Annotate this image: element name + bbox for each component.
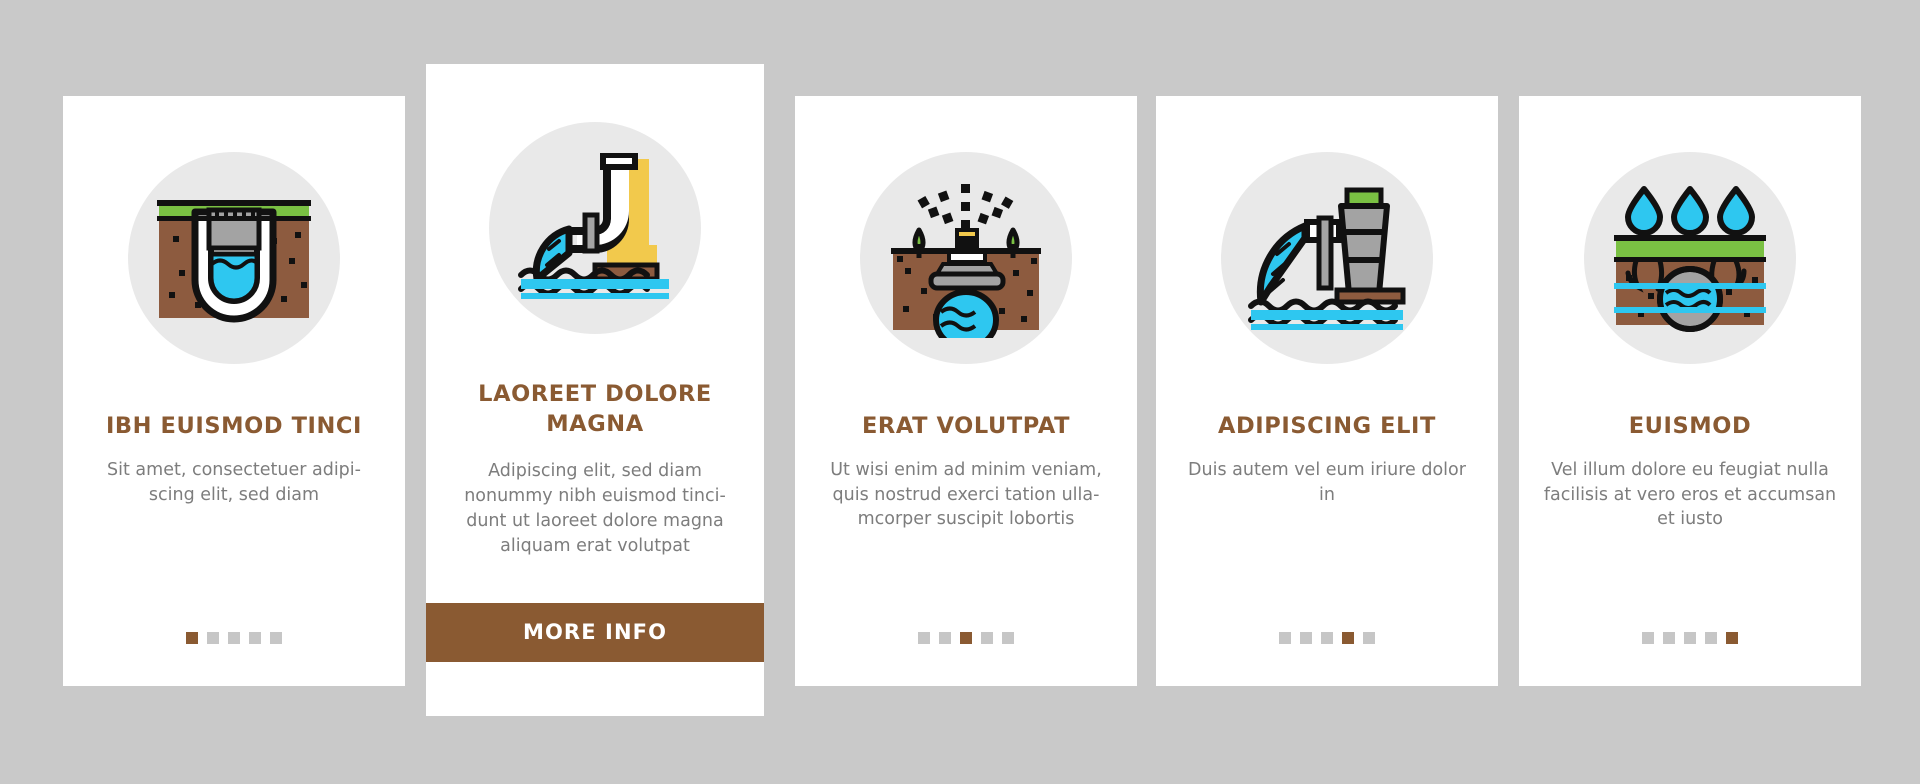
pagination-dot[interactable] [1726,632,1738,644]
pagination-dot[interactable] [207,632,219,644]
pagination-dot[interactable] [186,632,198,644]
pagination-dot[interactable] [918,632,930,644]
pagination-dot[interactable] [1002,632,1014,644]
pagination-dot[interactable] [270,632,282,644]
pagination-dot[interactable] [228,632,240,644]
card-title: ADIPISCING ELIT [1218,413,1436,439]
card-description: Ut wisi enim ad minim veniam, quis nostr… [830,459,1102,530]
pagination-dot[interactable] [960,632,972,644]
onboarding-card-2-featured[interactable]: LAOREET DOLORE MAGNA Adipiscing elit, se… [426,64,764,716]
more-info-button[interactable]: MORE INFO [426,603,764,662]
pagination-dot[interactable] [1642,632,1654,644]
pagination-dot[interactable] [1300,632,1312,644]
onboarding-card-5[interactable]: EUISMOD Vel illum dolore eu feugiat null… [1519,96,1861,686]
card-description: Adipiscing elit, sed diam nonummy nibh e… [464,461,726,556]
onboarding-screens-container: IBH EUISMOD TINCI Sit amet, consectetuer… [0,0,1920,784]
pagination-dot[interactable] [1279,632,1291,644]
water-discharge-pipe-icon [489,122,701,334]
pagination-dots[interactable] [918,632,1014,644]
card-title: EUISMOD [1628,413,1752,439]
pagination-dots[interactable] [1642,632,1738,644]
onboarding-card-1[interactable]: IBH EUISMOD TINCI Sit amet, consectetuer… [63,96,405,686]
groundwater-infiltration-icon [1584,152,1796,364]
card-description: Sit amet, consectetuer adipi-scing elit,… [107,459,361,505]
pagination-dot[interactable] [939,632,951,644]
onboarding-card-3[interactable]: ERAT VOLUTPAT Ut wisi enim ad minim veni… [795,96,1137,686]
card-title: IBH EUISMOD TINCI [105,413,363,439]
pagination-dot[interactable] [1321,632,1333,644]
onboarding-card-4[interactable]: ADIPISCING ELIT Duis autem vel eum iriur… [1156,96,1498,686]
card-description: Duis autem vel eum iriure dolor in [1188,459,1466,505]
pagination-dot[interactable] [1684,632,1696,644]
pagination-dots[interactable] [186,632,282,644]
card-description: Vel illum dolore eu feugiat nulla facili… [1543,459,1837,530]
pagination-dot[interactable] [1663,632,1675,644]
pagination-dot[interactable] [1342,632,1354,644]
sprinkler-irrigation-icon [860,152,1072,364]
pagination-dot[interactable] [1705,632,1717,644]
card-title: LAOREET DOLORE MAGNA [478,381,712,437]
pagination-dot[interactable] [249,632,261,644]
pagination-dots[interactable] [1279,632,1375,644]
pagination-dot[interactable] [981,632,993,644]
wastewater-outfall-icon [1221,152,1433,364]
drainage-basin-icon [128,152,340,364]
card-title: ERAT VOLUTPAT [861,413,1071,439]
pagination-dot[interactable] [1363,632,1375,644]
